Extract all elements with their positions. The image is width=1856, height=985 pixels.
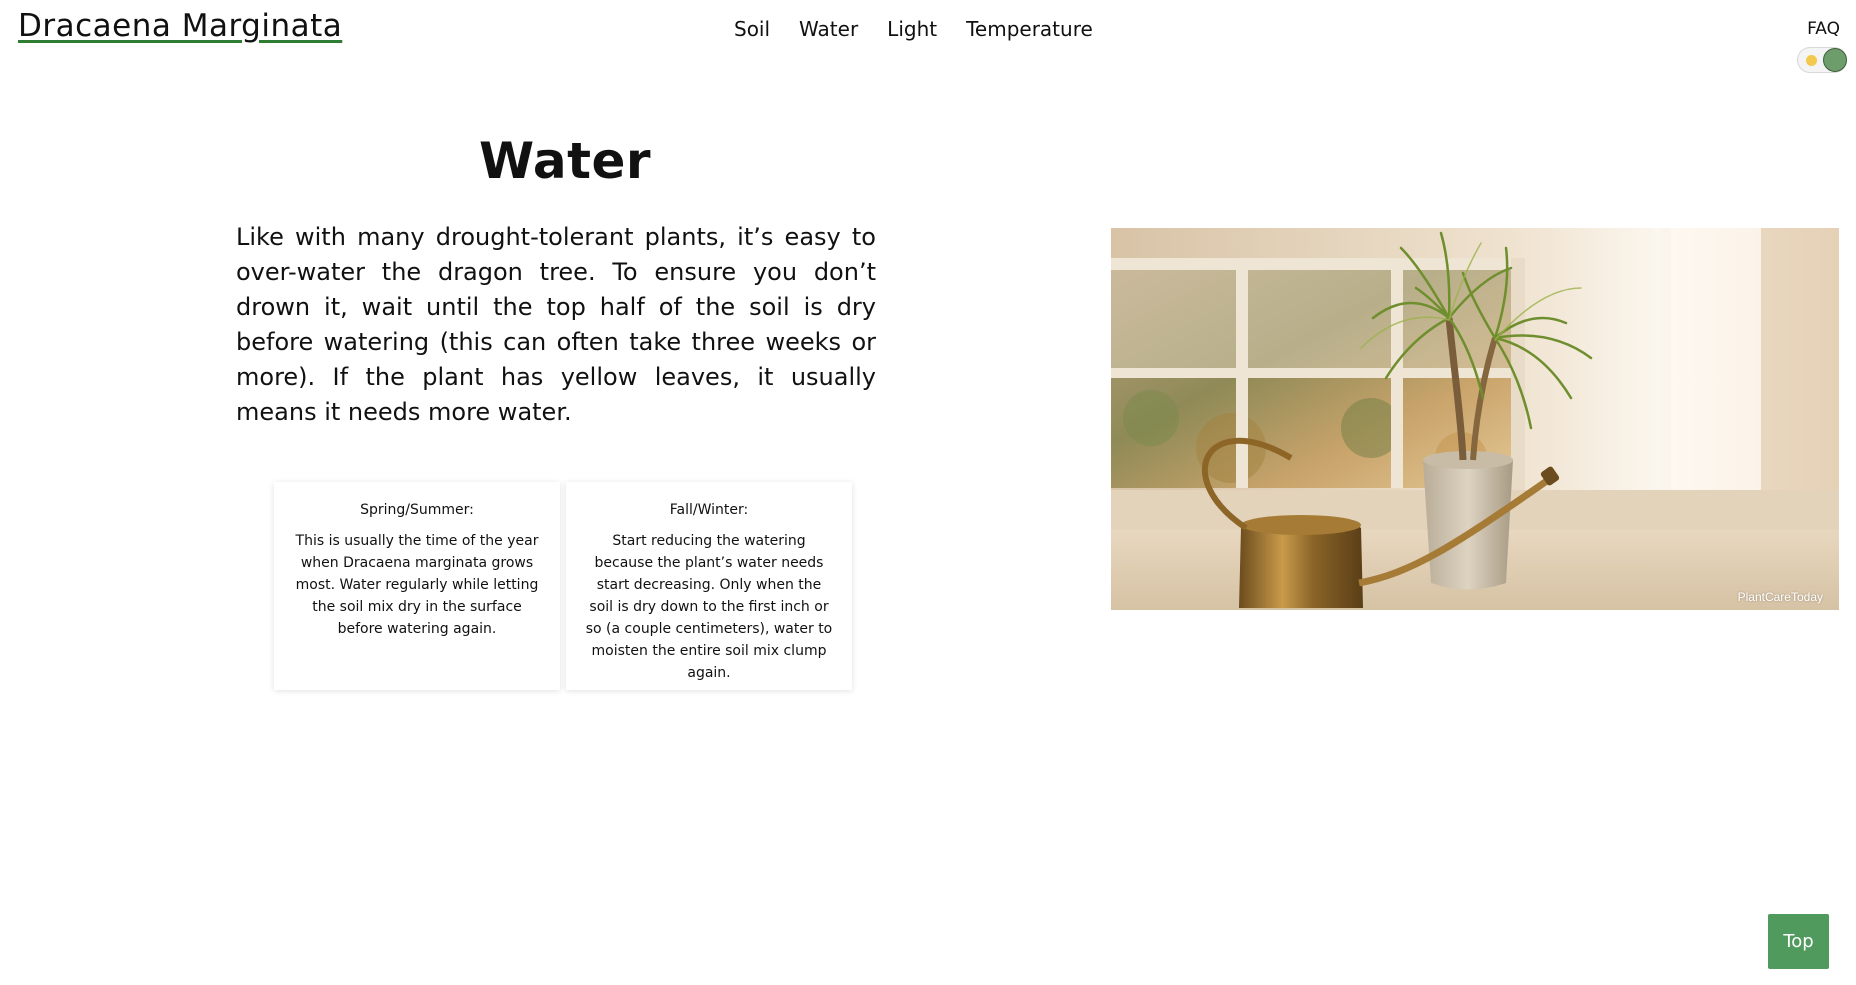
nav-item-soil[interactable]: Soil [734, 17, 770, 41]
card-title: Spring/Summer: [360, 502, 474, 518]
season-cards: Spring/Summer: This is usually the time … [274, 482, 852, 690]
card-text: Start reducing the watering because the … [585, 533, 833, 681]
season-card-fall-winter: Fall/Winter: Start reducing the watering… [566, 482, 852, 690]
season-card-spring-summer: Spring/Summer: This is usually the time … [274, 482, 560, 690]
faq-link[interactable]: FAQ [1807, 19, 1840, 39]
nav-item-temperature[interactable]: Temperature [966, 17, 1093, 41]
nav-item-light[interactable]: Light [887, 17, 937, 41]
nav-item-water[interactable]: Water [799, 17, 858, 41]
page: Dracaena Marginata Soil Water Light Temp… [0, 0, 1856, 985]
photo-credit: PlantCareToday [1737, 590, 1823, 604]
theme-toggle[interactable] [1797, 47, 1847, 73]
plant-photo: PlantCareToday [1111, 228, 1839, 610]
back-to-top-button[interactable]: Top [1768, 914, 1829, 969]
intro-paragraph: Like with many drought-tolerant plants, … [236, 223, 876, 426]
sun-icon [1806, 55, 1817, 66]
site-title-link[interactable]: Dracaena Marginata [18, 8, 342, 44]
card-title: Fall/Winter: [669, 502, 749, 518]
plant-with-watering-can-image [1111, 228, 1839, 610]
card-text: This is usually the time of the year whe… [295, 533, 539, 637]
section-title: Water [478, 132, 652, 190]
main-nav: Soil Water Light Temperature [734, 17, 1093, 41]
toggle-knob [1823, 48, 1847, 72]
